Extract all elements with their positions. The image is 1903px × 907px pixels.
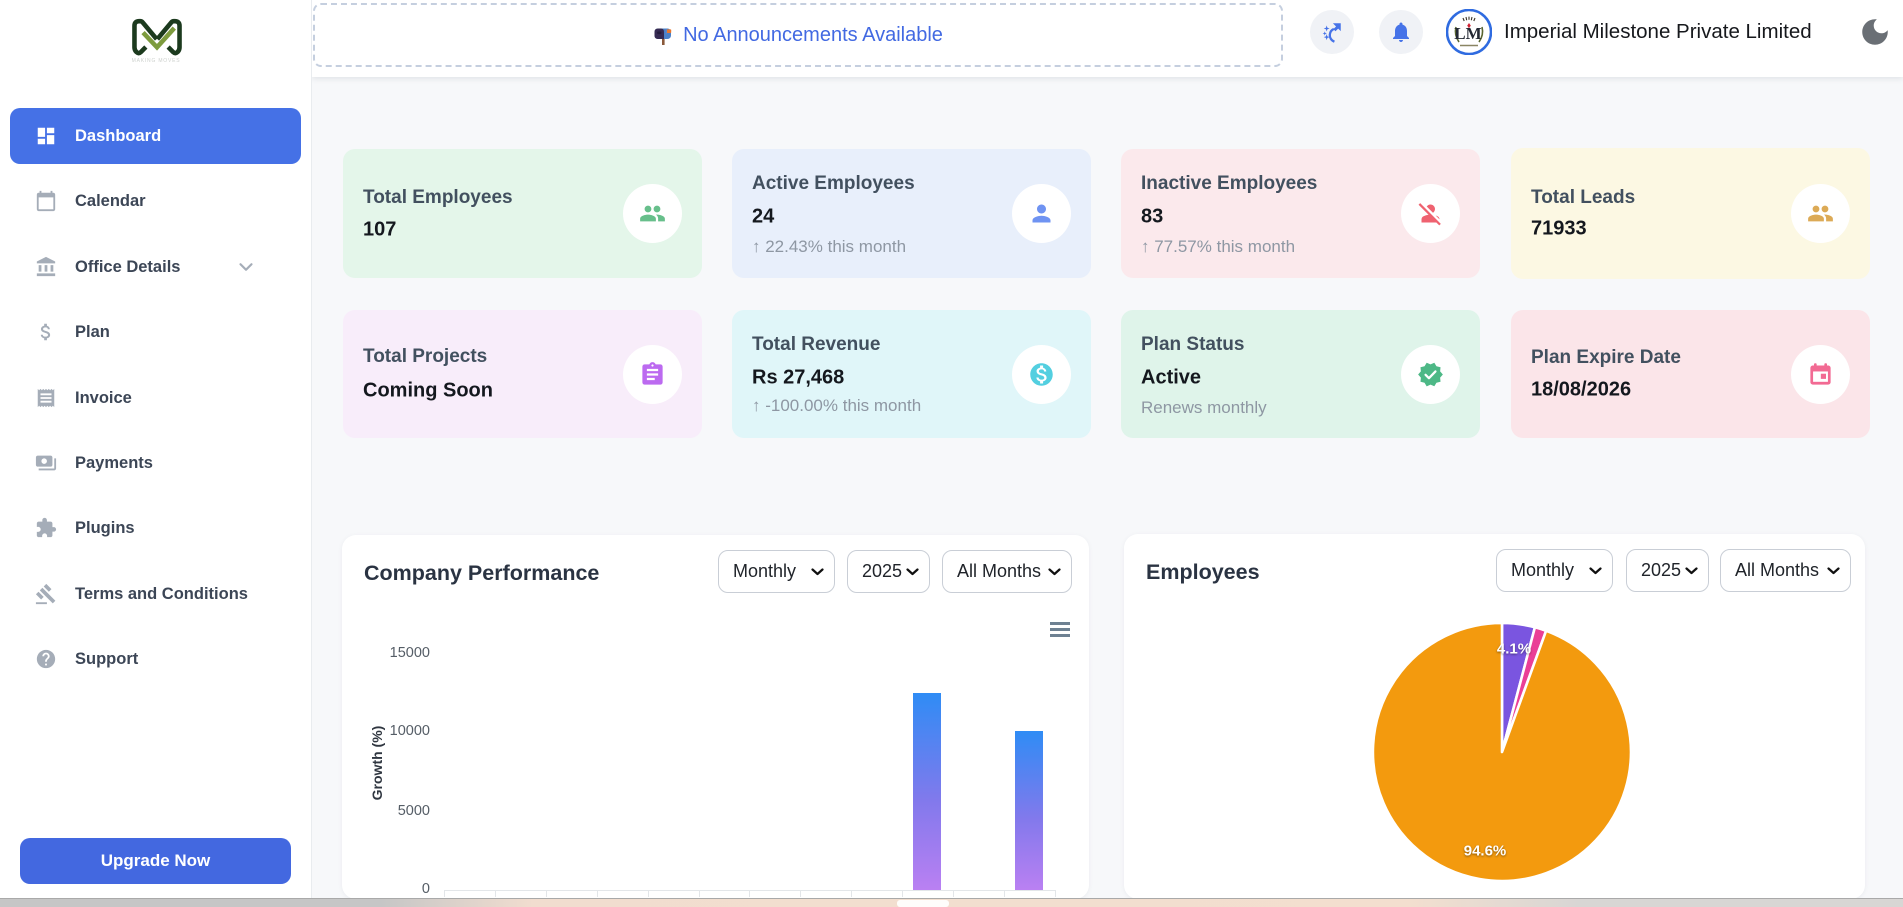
svg-text:LM: LM (1454, 24, 1481, 43)
